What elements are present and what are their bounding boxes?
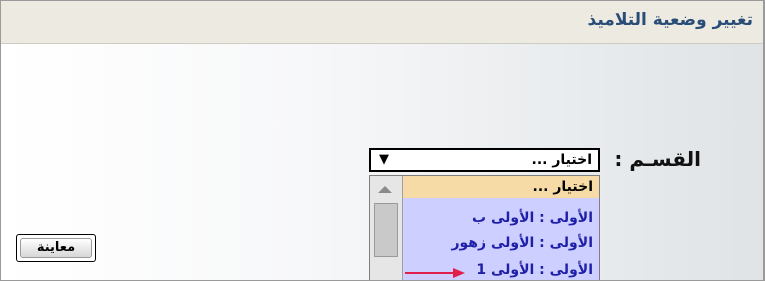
dropdown-option-choose[interactable]: اختيار ... [403,176,599,198]
section-select-value: اختيار ... [531,152,592,168]
dropdown-option[interactable]: الأولى : الأولى ب [403,207,599,229]
section-dropdown-list[interactable]: اختيار ... الأولى : الأولى ب الأولى : ال… [369,175,600,280]
page-frame: تغيير وضعية التلاميذ القسـم : ▼ اختيار .… [0,0,765,281]
section-label: القسـم : [614,147,701,171]
preview-button-label: معاينة [20,238,92,258]
annotation-arrow-icon [405,268,465,278]
preview-button[interactable]: معاينة [16,234,96,262]
scroll-up-icon[interactable] [378,186,392,193]
dropdown-option[interactable]: الأولى : الأولى زهور [403,232,599,254]
section-select[interactable]: ▼ اختيار ... [369,148,600,172]
title-bar: تغيير وضعية التلاميذ [1,1,763,44]
dropdown-scrollbar[interactable] [370,176,403,280]
dropdown-arrow-icon[interactable]: ▼ [379,152,389,167]
scrollbar-thumb[interactable] [374,203,398,257]
page-title: تغيير وضعية التلاميذ [587,10,753,30]
